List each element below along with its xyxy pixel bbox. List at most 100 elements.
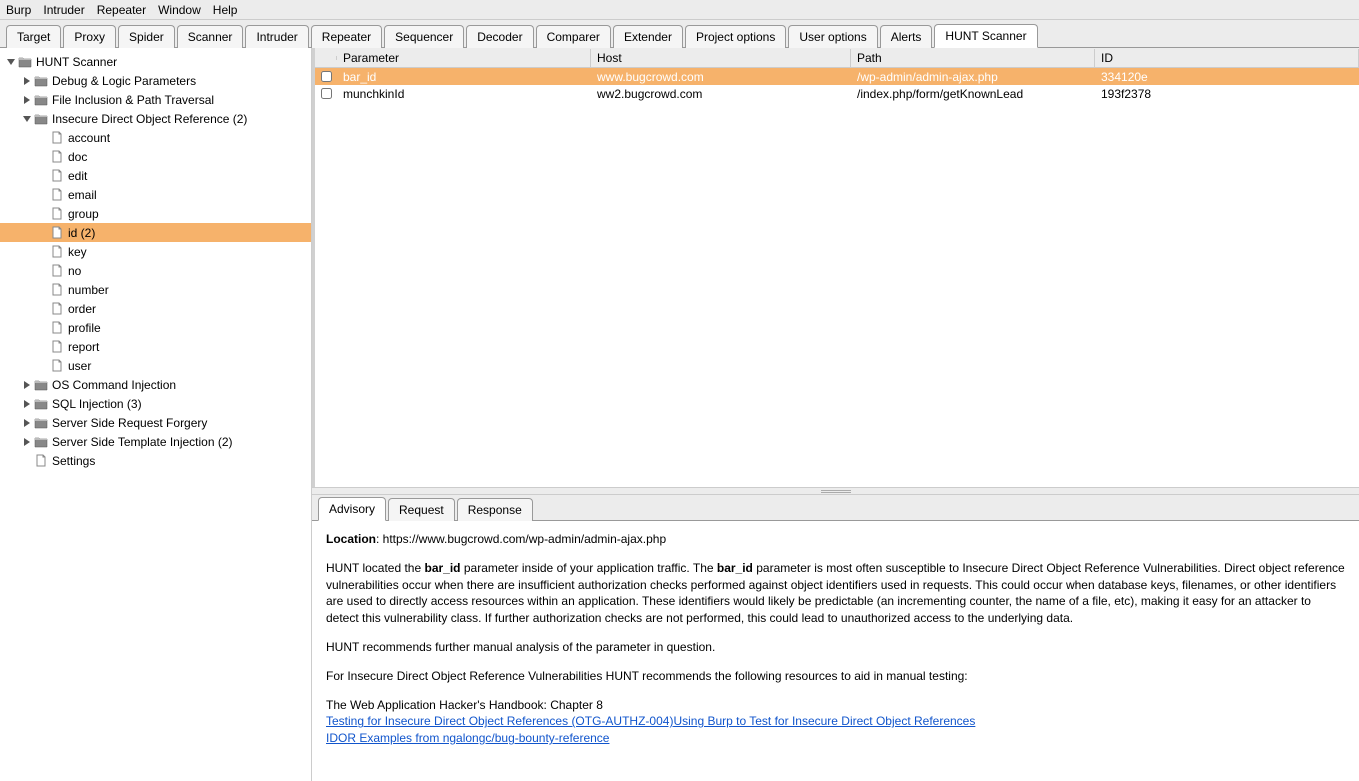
tree-item[interactable]: account: [0, 128, 311, 147]
folder-icon: [34, 435, 48, 448]
menu-burp[interactable]: Burp: [6, 3, 31, 17]
menu-intruder[interactable]: Intruder: [43, 3, 84, 17]
tree-item[interactable]: doc: [0, 147, 311, 166]
tab-repeater[interactable]: Repeater: [311, 25, 382, 48]
tree-item[interactable]: order: [0, 299, 311, 318]
table-row[interactable]: bar_idwww.bugcrowd.com/wp-admin/admin-aj…: [315, 68, 1359, 85]
tab-comparer[interactable]: Comparer: [536, 25, 611, 48]
tree-item[interactable]: edit: [0, 166, 311, 185]
tree-item[interactable]: Settings: [0, 451, 311, 470]
tab-sequencer[interactable]: Sequencer: [384, 25, 464, 48]
tree-label: email: [68, 188, 97, 202]
tree-item[interactable]: File Inclusion & Path Traversal: [0, 90, 311, 109]
tab-scanner[interactable]: Scanner: [177, 25, 244, 48]
tab-decoder[interactable]: Decoder: [466, 25, 533, 48]
cell-param: bar_id: [337, 70, 591, 84]
toggle-spacer: [38, 152, 48, 162]
link-idor-examples[interactable]: IDOR Examples from ngalongc/bug-bounty-r…: [326, 731, 609, 745]
advisory-resources: The Web Application Hacker's Handbook: C…: [326, 697, 1345, 747]
chevron-right-icon[interactable]: [22, 380, 32, 390]
toggle-spacer: [38, 361, 48, 371]
tree-label: Insecure Direct Object Reference (2): [52, 112, 247, 126]
results-table-body[interactable]: bar_idwww.bugcrowd.com/wp-admin/admin-aj…: [315, 68, 1359, 487]
tree-item[interactable]: report: [0, 337, 311, 356]
col-path[interactable]: Path: [851, 49, 1095, 67]
tree-item[interactable]: no: [0, 261, 311, 280]
tree-label: key: [68, 245, 87, 259]
col-host[interactable]: Host: [591, 49, 851, 67]
advisory-paragraph-1: HUNT located the bar_id parameter inside…: [326, 560, 1345, 627]
tab-extender[interactable]: Extender: [613, 25, 683, 48]
file-icon: [50, 340, 64, 353]
toggle-spacer: [38, 171, 48, 181]
tree-label: profile: [68, 321, 101, 335]
folder-icon: [34, 74, 48, 87]
tree-label: account: [68, 131, 110, 145]
tree-item[interactable]: number: [0, 280, 311, 299]
menu-repeater[interactable]: Repeater: [97, 3, 146, 17]
chevron-right-icon[interactable]: [22, 399, 32, 409]
toggle-spacer: [38, 266, 48, 276]
toggle-spacer: [22, 456, 32, 466]
file-icon: [50, 264, 64, 277]
chevron-right-icon[interactable]: [22, 95, 32, 105]
tree-item[interactable]: Server Side Template Injection (2): [0, 432, 311, 451]
tab-project-options[interactable]: Project options: [685, 25, 786, 48]
tab-proxy[interactable]: Proxy: [63, 25, 116, 48]
toggle-spacer: [38, 133, 48, 143]
tab-intruder[interactable]: Intruder: [245, 25, 308, 48]
tree-item[interactable]: user: [0, 356, 311, 375]
detail-tabbar: AdvisoryRequestResponse: [312, 495, 1359, 521]
tab-alerts[interactable]: Alerts: [880, 25, 933, 48]
menu-help[interactable]: Help: [213, 3, 238, 17]
tree-label: Server Side Template Injection (2): [52, 435, 233, 449]
tree-item[interactable]: OS Command Injection: [0, 375, 311, 394]
tree-label: user: [68, 359, 91, 373]
tree-label: order: [68, 302, 96, 316]
tree-label: OS Command Injection: [52, 378, 176, 392]
tab-spider[interactable]: Spider: [118, 25, 175, 48]
file-icon: [50, 169, 64, 182]
tree-item[interactable]: id (2): [0, 223, 311, 242]
tree-item[interactable]: key: [0, 242, 311, 261]
detail-tab-request[interactable]: Request: [388, 498, 455, 521]
file-icon: [50, 226, 64, 239]
tree-item[interactable]: Server Side Request Forgery: [0, 413, 311, 432]
col-id[interactable]: ID: [1095, 49, 1359, 67]
col-parameter[interactable]: Parameter: [337, 49, 591, 67]
tree-label: SQL Injection (3): [52, 397, 142, 411]
tab-target[interactable]: Target: [6, 25, 61, 48]
chevron-right-icon[interactable]: [22, 437, 32, 447]
tab-user-options[interactable]: User options: [788, 25, 877, 48]
row-checkbox[interactable]: [321, 88, 332, 99]
chevron-down-icon[interactable]: [22, 114, 32, 124]
checkbox-header: [315, 56, 337, 60]
folder-icon: [34, 397, 48, 410]
folder-icon: [34, 112, 48, 125]
file-icon: [50, 321, 64, 334]
tree-item[interactable]: HUNT Scanner: [0, 52, 311, 71]
horizontal-splitter[interactable]: [312, 487, 1359, 495]
tree-item[interactable]: email: [0, 185, 311, 204]
tree-sidebar[interactable]: HUNT ScannerDebug & Logic ParametersFile…: [0, 48, 312, 781]
folder-icon: [34, 93, 48, 106]
main-tabbar: TargetProxySpiderScannerIntruderRepeater…: [0, 20, 1359, 48]
tab-hunt-scanner[interactable]: HUNT Scanner: [934, 24, 1037, 48]
tree-item[interactable]: profile: [0, 318, 311, 337]
chevron-right-icon[interactable]: [22, 76, 32, 86]
tree-item[interactable]: SQL Injection (3): [0, 394, 311, 413]
tree-item[interactable]: group: [0, 204, 311, 223]
menu-window[interactable]: Window: [158, 3, 201, 17]
link-otg-authz[interactable]: Testing for Insecure Direct Object Refer…: [326, 714, 673, 728]
detail-tab-advisory[interactable]: Advisory: [318, 497, 386, 521]
tree-item[interactable]: Insecure Direct Object Reference (2): [0, 109, 311, 128]
chevron-down-icon[interactable]: [6, 57, 16, 67]
detail-tab-response[interactable]: Response: [457, 498, 533, 521]
link-burp-idor[interactable]: Using Burp to Test for Insecure Direct O…: [673, 714, 975, 728]
row-checkbox[interactable]: [321, 71, 332, 82]
tree-item[interactable]: Debug & Logic Parameters: [0, 71, 311, 90]
menubar: Burp Intruder Repeater Window Help: [0, 0, 1359, 20]
table-row[interactable]: munchkinIdww2.bugcrowd.com/index.php/for…: [315, 85, 1359, 102]
chevron-right-icon[interactable]: [22, 418, 32, 428]
file-icon: [50, 245, 64, 258]
